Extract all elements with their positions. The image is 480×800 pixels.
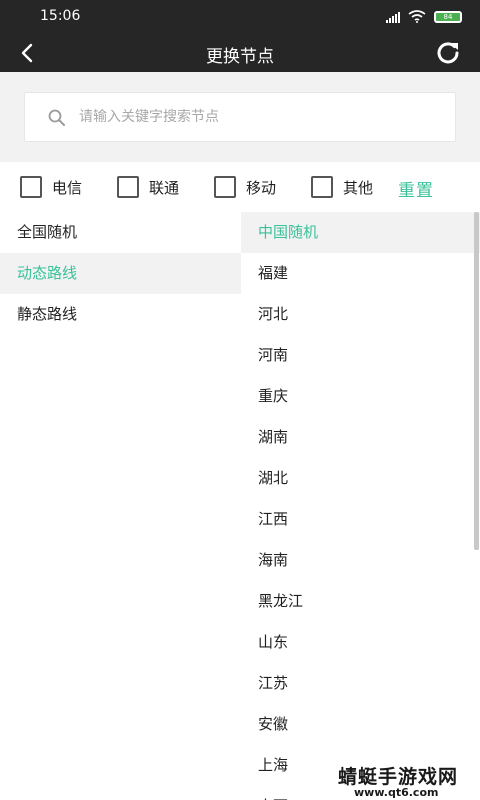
filter-mobile[interactable]: 移动 xyxy=(214,176,276,198)
region-item[interactable]: 湖北 xyxy=(241,458,480,499)
search-input[interactable] xyxy=(79,93,449,141)
checkbox[interactable] xyxy=(117,176,139,198)
signal-icon xyxy=(386,11,400,23)
refresh-icon[interactable] xyxy=(432,37,464,69)
region-item[interactable]: 福建 xyxy=(241,253,480,294)
app-bar: 更换节点 xyxy=(0,34,480,72)
route-type-item[interactable]: 全国随机 xyxy=(0,212,241,253)
region-item[interactable]: 安徽 xyxy=(241,704,480,745)
watermark: 蜻蜓手游戏网 www.qt6.com xyxy=(336,762,476,800)
region-item[interactable]: 黑龙江 xyxy=(241,581,480,622)
wifi-icon xyxy=(408,10,426,23)
checkbox[interactable] xyxy=(20,176,42,198)
filter-label: 移动 xyxy=(246,178,277,197)
region-item[interactable]: 重庆 xyxy=(241,376,480,417)
region-item[interactable]: 湖南 xyxy=(241,417,480,458)
region-item[interactable]: 山东 xyxy=(241,622,480,663)
checkbox[interactable] xyxy=(214,176,236,198)
filter-other[interactable]: 其他 xyxy=(311,176,373,198)
search-box xyxy=(24,92,456,142)
region-item[interactable]: 海南 xyxy=(241,540,480,581)
watermark-text: 蜻蜓手游戏网 xyxy=(338,766,459,788)
route-type-item[interactable]: 静态路线 xyxy=(0,294,241,335)
status-time: 15:06 xyxy=(40,8,81,24)
filter-row: 电信 联通 移动 其他 重置 xyxy=(0,162,480,212)
filter-unicom[interactable]: 联通 xyxy=(117,176,179,198)
search-icon xyxy=(48,109,65,126)
region-item[interactable]: 河南 xyxy=(241,335,480,376)
region-list: 中国随机 福建 河北 河南 重庆 湖南 湖北 江西 海南 黑龙江 山东 江苏 安… xyxy=(241,212,480,800)
region-item[interactable]: 江苏 xyxy=(241,663,480,704)
route-type-list: 全国随机 动态路线 静态路线 xyxy=(0,212,241,800)
battery-icon: 84 xyxy=(434,10,462,23)
search-area xyxy=(0,72,480,162)
filter-label: 电信 xyxy=(52,178,83,197)
filter-label: 联通 xyxy=(149,178,180,197)
region-item-selected[interactable]: 中国随机 xyxy=(241,212,480,253)
reset-button[interactable]: 重置 xyxy=(398,176,434,201)
region-item[interactable]: 河北 xyxy=(241,294,480,335)
status-bar: 15:06 84 xyxy=(0,0,480,34)
filter-telecom[interactable]: 电信 xyxy=(20,176,82,198)
status-icons: 84 xyxy=(386,10,462,23)
battery-level: 84 xyxy=(436,12,460,21)
route-type-item-selected[interactable]: 动态路线 xyxy=(0,253,241,294)
watermark-url: www.qt6.com xyxy=(354,786,439,799)
checkbox[interactable] xyxy=(311,176,333,198)
page-title: 更换节点 xyxy=(206,47,274,67)
scrollbar[interactable] xyxy=(474,212,479,550)
filter-label: 其他 xyxy=(343,178,374,197)
region-item[interactable]: 江西 xyxy=(241,499,480,540)
